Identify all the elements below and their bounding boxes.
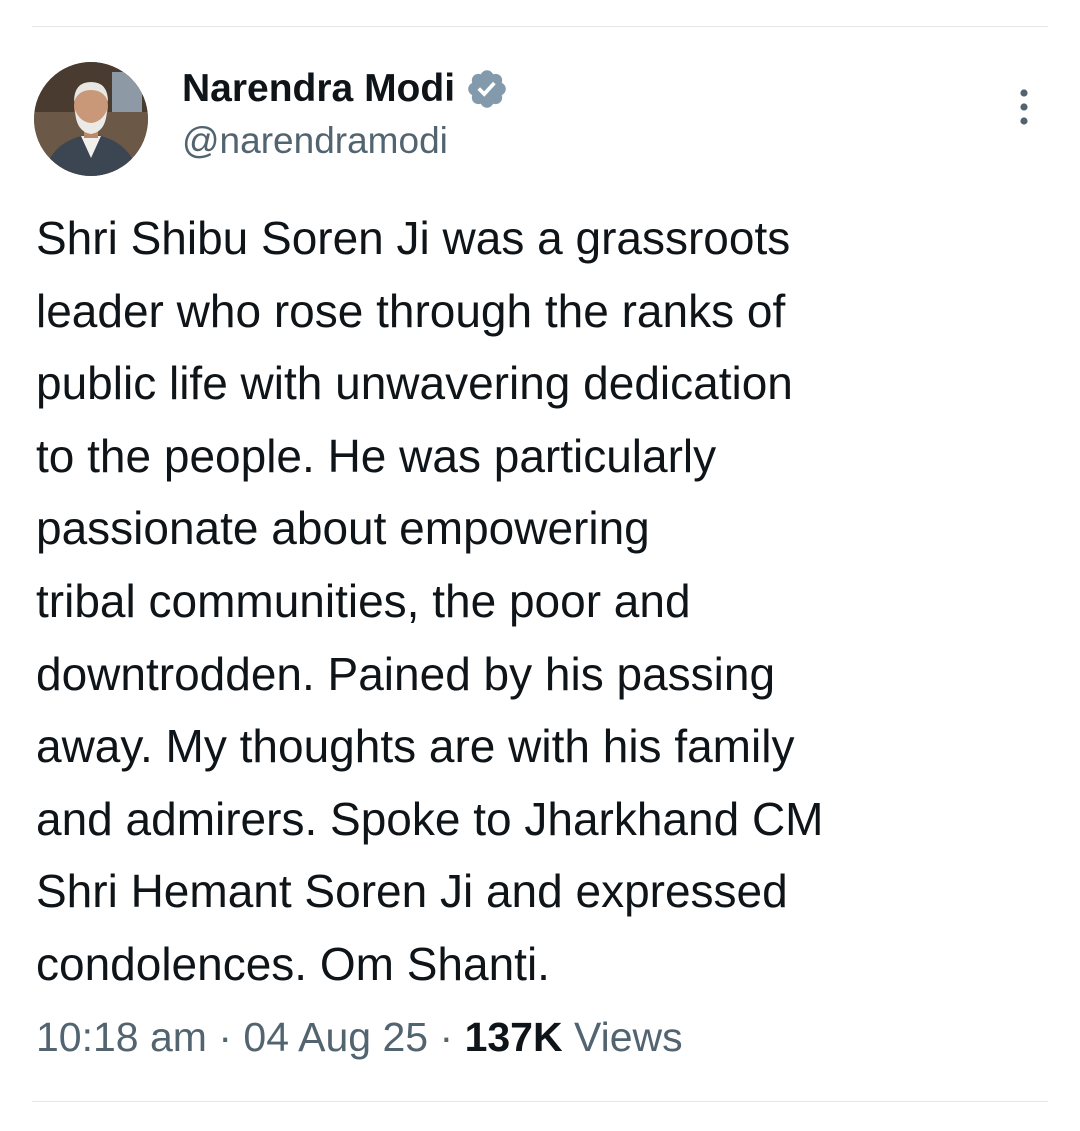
verified-badge-icon: [468, 70, 506, 108]
author-display-name[interactable]: Narendra Modi: [182, 67, 455, 111]
views-label: Views: [574, 1014, 683, 1060]
views-count[interactable]: 137K: [465, 1014, 563, 1060]
tweet-text-line: to the people. He was particularly: [36, 429, 717, 482]
more-vertical-icon: [1020, 89, 1028, 125]
tweet-text-line: condolences. Om Shanti.: [36, 937, 550, 990]
tweet-text: Shri Shibu Soren Ji was a grassroots lea…: [36, 202, 1046, 1001]
author-handle[interactable]: @narendramodi: [182, 120, 448, 162]
tweet-text-line: leader who rose through the ranks of: [36, 284, 786, 337]
avatar[interactable]: [34, 62, 148, 176]
tweet-text-line: passionate about empowering: [36, 502, 650, 555]
meta-separator: ·: [439, 1014, 454, 1060]
tweet-text-line: Shri Shibu Soren Ji was a grassroots: [36, 212, 791, 264]
tweet-text-line: and admirers. Spoke to Jharkhand CM: [36, 792, 824, 845]
tweet-text-line: downtrodden. Pained by his passing: [36, 647, 776, 700]
tweet-text-line: public life with unwavering dedication: [36, 357, 793, 410]
top-divider: [32, 26, 1048, 27]
tweet-time[interactable]: 10:18 am: [36, 1014, 207, 1060]
meta-separator: ·: [218, 1014, 233, 1060]
tweet-text-line: tribal communities, the poor and: [36, 574, 691, 627]
tweet-date[interactable]: 04 Aug 25: [243, 1014, 428, 1060]
more-options-button[interactable]: [1006, 86, 1042, 128]
tweet-meta: 10:18 am · 04 Aug 25 · 137K Views: [36, 1014, 683, 1061]
tweet-text-line: Shri Hemant Soren Ji and expressed: [36, 865, 788, 918]
tweet-text-line: away. My thoughts are with his family: [36, 720, 795, 773]
bottom-divider: [32, 1101, 1048, 1102]
author-name-row: Narendra Modi: [182, 66, 509, 112]
avatar-photo: [34, 62, 148, 176]
